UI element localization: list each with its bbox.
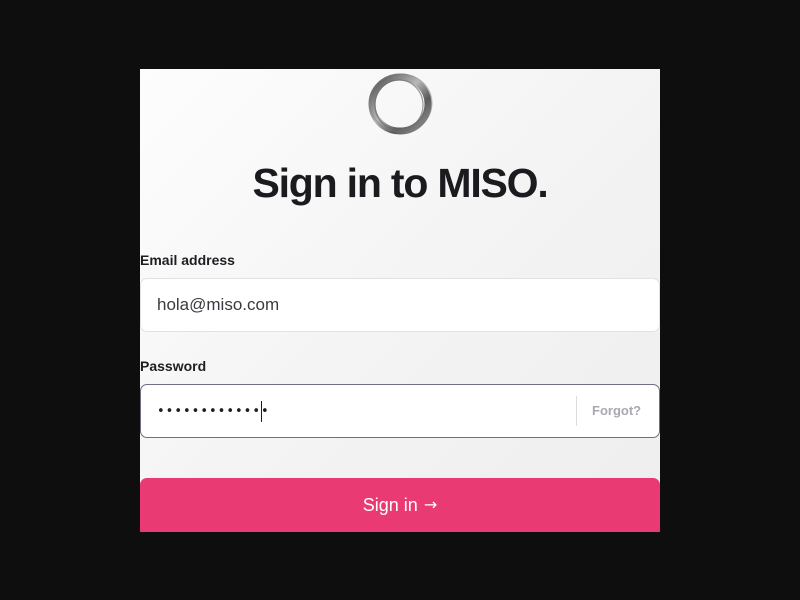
email-field[interactable]	[157, 279, 637, 331]
password-label: Password	[140, 358, 207, 374]
sign-in-card: Sign in to MISO. Email address Password …	[140, 69, 660, 532]
field-divider	[576, 396, 577, 426]
email-field-box[interactable]	[140, 278, 660, 332]
sign-in-button[interactable]: Sign in →	[140, 478, 660, 532]
text-caret	[261, 401, 262, 422]
password-field[interactable]	[157, 385, 567, 437]
arrow-right-icon: →	[423, 495, 438, 514]
page-title: Sign in to MISO.	[252, 160, 548, 206]
forgot-password-link[interactable]: Forgot?	[592, 385, 641, 437]
sign-in-label: Sign in	[362, 494, 418, 515]
email-label: Email address	[140, 252, 235, 268]
password-field-box[interactable]: Forgot?	[140, 384, 660, 438]
miso-logo-icon	[368, 73, 433, 135]
